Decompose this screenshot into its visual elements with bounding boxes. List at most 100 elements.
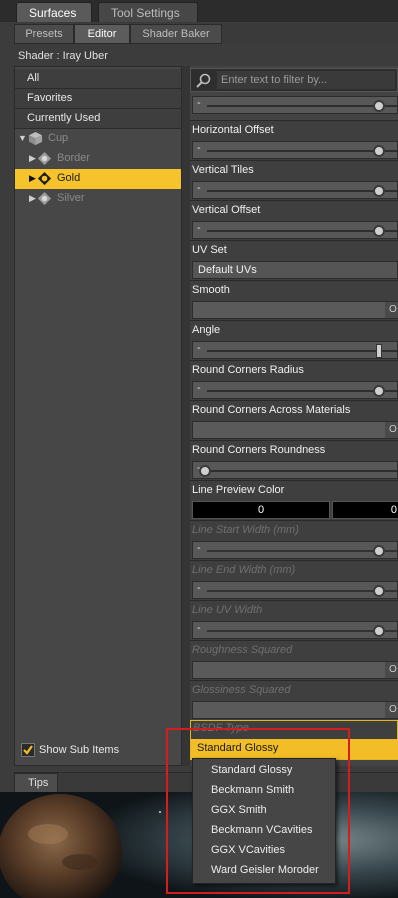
- slider-knob[interactable]: [373, 625, 385, 637]
- minus-icon[interactable]: -: [197, 382, 201, 394]
- cube-icon: [28, 131, 43, 146]
- bsdf-type-combo[interactable]: Standard Glossy: [191, 739, 398, 759]
- slider-knob[interactable]: [373, 100, 385, 112]
- dropdown-option-ggx-smith[interactable]: GGX Smith: [193, 801, 335, 821]
- tree-root-cup[interactable]: ▼ Cup: [15, 129, 181, 149]
- smooth-toggle[interactable]: O: [192, 301, 398, 319]
- slider-knob[interactable]: [373, 385, 385, 397]
- slider-horizontal-offset[interactable]: -: [192, 141, 398, 159]
- minus-icon[interactable]: -: [197, 97, 201, 109]
- roughness-squared-toggle[interactable]: O: [192, 661, 398, 679]
- property-vertical-tiles: Vertical Tiles -: [190, 160, 398, 200]
- dropdown-option-standard-glossy[interactable]: Standard Glossy: [193, 761, 335, 781]
- property-roughness-squared: Roughness Squared O: [190, 640, 398, 680]
- tree-item-border[interactable]: ▶ Border: [15, 149, 181, 169]
- minus-icon[interactable]: -: [197, 342, 201, 354]
- subtab-editor[interactable]: Editor: [74, 24, 130, 44]
- slider-horizontal-tiles[interactable]: -: [192, 96, 398, 114]
- slider-track: [207, 550, 397, 552]
- surface-selection-panel: All Favorites Currently Used ▼ Cup ▶ Bor…: [14, 66, 182, 766]
- minus-icon[interactable]: -: [197, 622, 201, 634]
- slider-round-corners-roundness[interactable]: -: [192, 461, 398, 479]
- slider-line-start-width[interactable]: -: [192, 541, 398, 559]
- property-label: Round Corners Roundness: [192, 444, 326, 456]
- dropdown-option-ggx-vcavities[interactable]: GGX VCavities: [193, 841, 335, 861]
- property-line-start-width: Line Start Width (mm) -: [190, 520, 398, 560]
- toggle-state[interactable]: O: [385, 662, 398, 678]
- slider-knob[interactable]: [373, 545, 385, 557]
- expand-arrow-icon[interactable]: ▶: [29, 173, 36, 184]
- slider-line-end-width[interactable]: -: [192, 581, 398, 599]
- property-line-preview-color: Line Preview Color 0 0: [190, 480, 398, 520]
- tree-label-cup: Cup: [48, 132, 69, 144]
- subtab-presets[interactable]: Presets: [14, 24, 74, 44]
- glossiness-squared-toggle[interactable]: O: [192, 701, 398, 719]
- category-currently-used[interactable]: Currently Used: [15, 109, 181, 129]
- property-horizontal-tiles: -: [190, 68, 398, 114]
- slider-track: [207, 470, 397, 472]
- checkbox-box[interactable]: [21, 743, 35, 757]
- tree-item-gold[interactable]: ▶ Gold: [15, 169, 181, 189]
- toggle-state[interactable]: O: [385, 302, 398, 318]
- material-icon: [37, 191, 52, 206]
- expand-arrow-icon[interactable]: ▼: [18, 133, 27, 143]
- color-r-field[interactable]: 0: [192, 501, 330, 519]
- uv-set-combo[interactable]: Default UVs: [192, 261, 398, 279]
- category-all[interactable]: All: [15, 69, 181, 89]
- tree-label-silver: Silver: [57, 192, 85, 204]
- slider-line-uv-width[interactable]: -: [192, 621, 398, 639]
- property-label: Smooth: [192, 284, 230, 296]
- property-label: BSDF Type: [193, 722, 249, 734]
- slider-track: [207, 590, 397, 592]
- slider-knob[interactable]: [373, 225, 385, 237]
- slider-vertical-tiles[interactable]: -: [192, 181, 398, 199]
- minus-icon[interactable]: -: [197, 142, 201, 154]
- dropdown-option-ward-geisler-moroder[interactable]: Ward Geisler Moroder: [193, 861, 335, 881]
- property-label: Round Corners Radius: [192, 364, 304, 376]
- minus-icon[interactable]: -: [197, 222, 201, 234]
- property-angle: Angle -: [190, 320, 398, 360]
- property-label: Line End Width (mm): [192, 564, 296, 576]
- slider-knob[interactable]: [373, 585, 385, 597]
- slider-track: [207, 190, 397, 192]
- minus-icon[interactable]: -: [197, 182, 201, 194]
- slider-knob[interactable]: [373, 145, 385, 157]
- property-round-corners-across: Round Corners Across Materials O: [190, 400, 398, 440]
- slider-track: [207, 150, 397, 152]
- subtab-shader-baker[interactable]: Shader Baker: [130, 24, 222, 44]
- slider-knob[interactable]: [373, 185, 385, 197]
- round-corners-across-toggle[interactable]: O: [192, 421, 398, 439]
- slider-track: [207, 350, 397, 352]
- slider-round-corners-radius[interactable]: -: [192, 381, 398, 399]
- panel-splitter[interactable]: [182, 66, 190, 766]
- toggle-state[interactable]: O: [385, 422, 398, 438]
- slider-vertical-offset[interactable]: -: [192, 221, 398, 239]
- top-tab-bar: Surfaces Tool Settings: [0, 0, 398, 22]
- property-line-end-width: Line End Width (mm) -: [190, 560, 398, 600]
- tree-label-border: Border: [57, 152, 91, 164]
- minus-icon[interactable]: -: [197, 542, 201, 554]
- color-g-field[interactable]: 0: [332, 501, 398, 519]
- material-icon: [37, 171, 52, 186]
- slider-knob[interactable]: [199, 465, 211, 477]
- tab-tips[interactable]: Tips: [14, 773, 58, 793]
- dropdown-option-beckmann-vcavities[interactable]: Beckmann VCavities: [193, 821, 335, 841]
- property-label: Line UV Width: [192, 604, 263, 616]
- tab-surfaces[interactable]: Surfaces: [16, 2, 92, 22]
- slider-angle[interactable]: -: [192, 341, 398, 359]
- property-label: UV Set: [192, 244, 227, 256]
- minus-icon[interactable]: -: [197, 582, 201, 594]
- property-line-uv-width: Line UV Width -: [190, 600, 398, 640]
- expand-arrow-icon[interactable]: ▶: [29, 153, 36, 164]
- property-label: Line Start Width (mm): [192, 524, 299, 536]
- dropdown-option-beckmann-smith[interactable]: Beckmann Smith: [193, 781, 335, 801]
- expand-arrow-icon[interactable]: ▶: [29, 193, 36, 204]
- property-smooth: Smooth O: [190, 280, 398, 320]
- category-favorites[interactable]: Favorites: [15, 89, 181, 109]
- bsdf-type-dropdown: Standard Glossy Beckmann Smith GGX Smith…: [192, 758, 336, 884]
- tab-tool-settings[interactable]: Tool Settings: [98, 2, 198, 22]
- tree-item-silver[interactable]: ▶ Silver: [15, 189, 181, 209]
- slider-track: [207, 630, 397, 632]
- toggle-state[interactable]: O: [385, 702, 398, 718]
- slider-knob[interactable]: [376, 344, 382, 358]
